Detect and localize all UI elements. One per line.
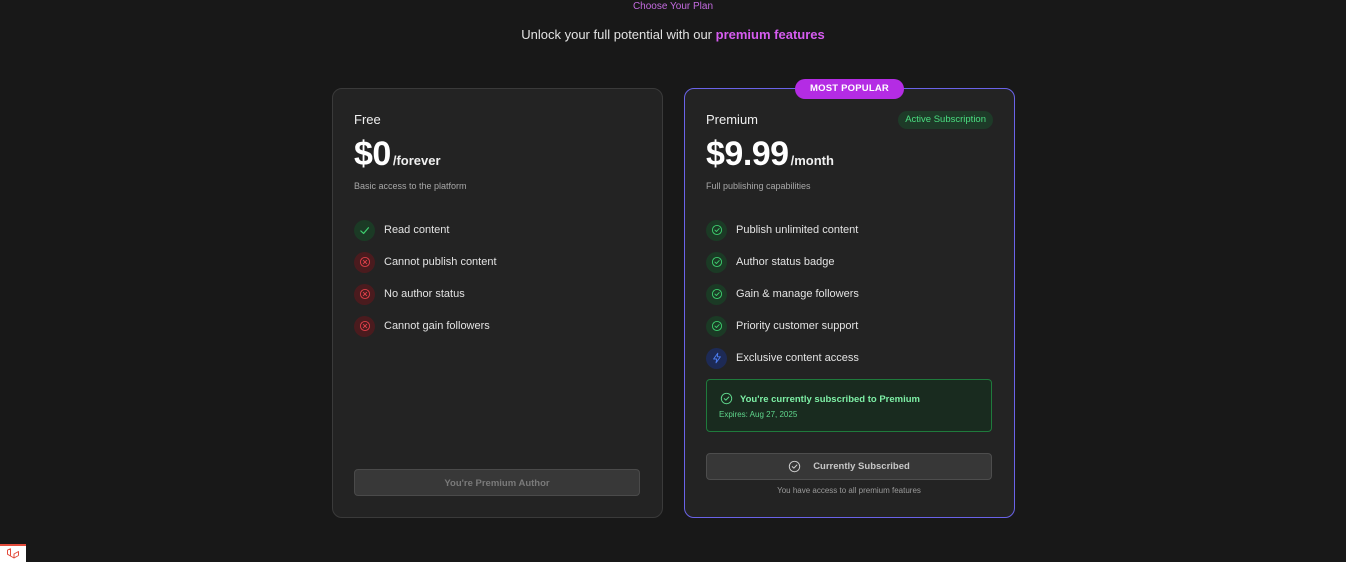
check-circle-icon	[706, 315, 727, 337]
subtitle-highlight: premium features	[715, 27, 825, 42]
plan-price: $0	[354, 135, 391, 173]
plan-description: Basic access to the platform	[354, 181, 467, 191]
active-subscription-badge: Active Subscription	[898, 111, 993, 129]
plan-name: Premium	[706, 112, 759, 127]
plan-price: $9.99	[706, 135, 789, 173]
x-circle-icon	[354, 251, 375, 273]
feature-label: Publish unlimited content	[736, 224, 859, 236]
plan-period: /forever	[392, 153, 441, 168]
feature-item: Exclusive content access	[706, 342, 859, 374]
x-circle-icon	[354, 283, 375, 305]
feature-label: Cannot publish content	[384, 256, 497, 268]
page-eyebrow: Choose Your Plan	[632, 1, 714, 12]
check-circle-icon	[706, 251, 727, 273]
premium-author-button[interactable]: You're Premium Author	[354, 469, 640, 496]
x-circle-icon	[354, 315, 375, 337]
page-subtitle: Unlock your full potential with our prem…	[0, 27, 1346, 42]
feature-label: Read content	[384, 224, 450, 236]
feature-list: Publish unlimited content Author status …	[706, 214, 859, 374]
price-row: $9.99/month	[706, 135, 834, 174]
check-circle-icon	[706, 219, 727, 241]
access-note: You have access to all premium features	[777, 486, 921, 495]
check-icon	[354, 219, 375, 241]
feature-item: Gain & manage followers	[706, 278, 859, 310]
plan-card-free: Free $0/forever Basic access to the plat…	[332, 88, 663, 518]
subscription-expiry: Expires: Aug 27, 2025	[719, 410, 798, 419]
price-row: $0/forever	[354, 135, 441, 174]
plan-period: /month	[790, 153, 834, 168]
feature-item: No author status	[354, 278, 497, 310]
feature-label: Gain & manage followers	[736, 288, 859, 300]
feature-label: Priority customer support	[736, 320, 859, 332]
lightning-bolt-icon	[706, 347, 727, 369]
plan-description: Full publishing capabilities	[706, 181, 811, 191]
feature-item: Read content	[354, 214, 497, 246]
feature-label: Cannot gain followers	[384, 320, 490, 332]
subscription-status-box: You're currently subscribed to Premium E…	[706, 379, 992, 432]
currently-subscribed-button[interactable]: Currently Subscribed	[706, 453, 992, 480]
feature-item: Cannot gain followers	[354, 310, 497, 342]
check-circle-icon	[788, 460, 801, 473]
feature-item: Priority customer support	[706, 310, 859, 342]
feature-label: Exclusive content access	[736, 352, 859, 364]
plan-name: Free	[354, 112, 381, 127]
button-label: Currently Subscribed	[813, 461, 910, 472]
check-circle-icon	[720, 392, 733, 410]
feature-item: Author status badge	[706, 246, 859, 278]
most-popular-badge: MOST POPULAR	[795, 79, 904, 99]
feature-list: Read content Cannot publish content No a…	[354, 214, 497, 342]
subtitle-text: Unlock your full potential with our	[521, 27, 713, 42]
feature-label: No author status	[384, 288, 465, 300]
subscription-status-title: You're currently subscribed to Premium	[740, 394, 920, 405]
laravel-logo-icon[interactable]	[0, 544, 26, 562]
feature-label: Author status badge	[736, 256, 835, 268]
feature-item: Cannot publish content	[354, 246, 497, 278]
plan-card-premium: MOST POPULAR Premium Active Subscription…	[684, 79, 1015, 518]
check-circle-icon	[706, 283, 727, 305]
feature-item: Publish unlimited content	[706, 214, 859, 246]
